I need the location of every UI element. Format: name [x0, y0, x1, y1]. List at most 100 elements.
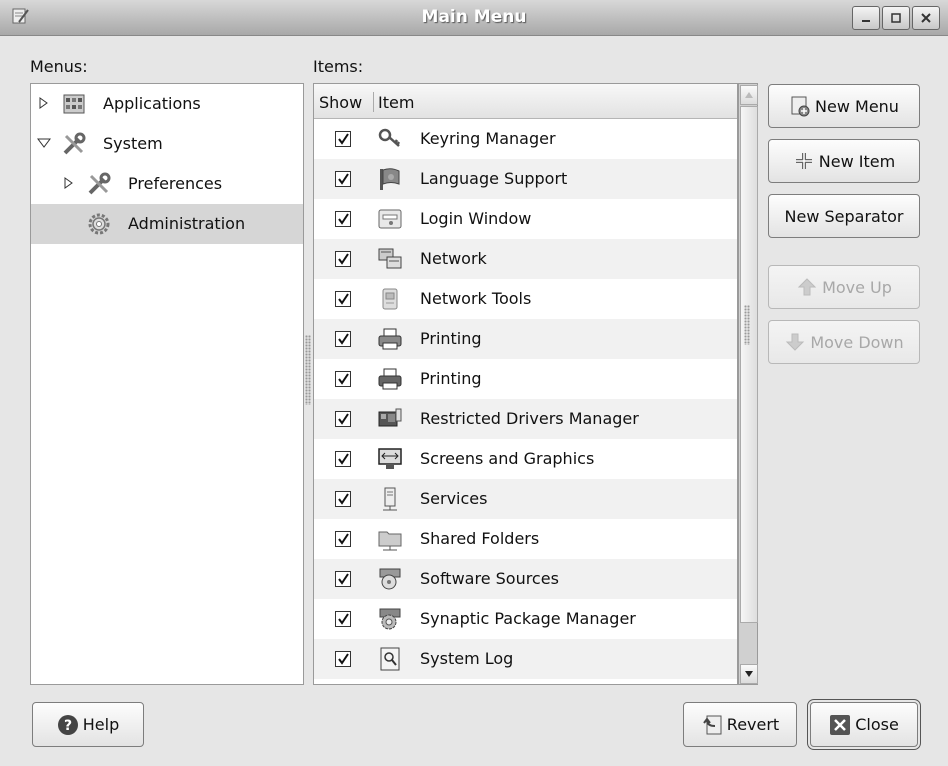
list-item[interactable]: Printing [314, 359, 737, 399]
revert-button[interactable]: Revert [683, 702, 797, 747]
show-checkbox[interactable] [335, 651, 351, 667]
checkmark-icon [338, 173, 349, 185]
shared-folder-icon [378, 531, 402, 551]
tree-item-label: Administration [128, 214, 246, 233]
close-button[interactable]: Close [807, 699, 921, 750]
software-sources-icon [379, 568, 401, 590]
show-checkbox[interactable] [335, 411, 351, 427]
show-checkbox[interactable] [335, 211, 351, 227]
show-checkbox[interactable] [335, 531, 351, 547]
item-label: Login Window [420, 209, 532, 228]
show-checkbox[interactable] [335, 371, 351, 387]
scrollbar-grip [744, 305, 750, 345]
minimize-button[interactable] [852, 6, 880, 30]
list-item[interactable]: Shared Folders [314, 519, 737, 559]
checkmark-icon [338, 533, 349, 545]
item-label: Printing [420, 369, 482, 388]
new-item-button[interactable]: New Item [768, 139, 920, 183]
tree-item-label: System [103, 134, 163, 153]
monitor-icon [378, 448, 402, 469]
checkmark-icon [338, 133, 349, 145]
new-menu-icon [791, 96, 810, 117]
list-item[interactable]: Services [314, 479, 737, 519]
new-separator-button[interactable]: New Separator [768, 194, 920, 238]
keyring-icon [378, 128, 401, 147]
show-checkbox[interactable] [335, 451, 351, 467]
maximize-icon [891, 13, 901, 23]
administration-gear-icon [88, 213, 110, 235]
applications-icon [63, 94, 85, 114]
new-separator-label: New Separator [784, 206, 904, 226]
server-icon [383, 487, 397, 511]
checkmark-icon [338, 453, 349, 465]
show-checkbox[interactable] [335, 571, 351, 587]
show-checkbox[interactable] [335, 171, 351, 187]
show-checkbox[interactable] [335, 331, 351, 347]
list-item[interactable]: Synaptic Package Manager [314, 599, 737, 639]
close-label: Close [855, 715, 899, 734]
minimize-icon [862, 20, 870, 22]
tree-item-administration[interactable]: Administration [31, 204, 303, 244]
tree-item-label: Preferences [128, 174, 223, 193]
show-checkbox[interactable] [335, 611, 351, 627]
tree-item-system[interactable]: System [31, 124, 303, 164]
show-checkbox[interactable] [335, 131, 351, 147]
list-item[interactable]: Network Tools [314, 279, 737, 319]
scroll-down-button[interactable] [740, 664, 758, 684]
items-scrollbar[interactable] [738, 83, 758, 685]
arrow-down-icon [786, 333, 805, 351]
list-item[interactable]: Language Support [314, 159, 737, 199]
list-item[interactable]: Login Window [314, 199, 737, 239]
list-item[interactable]: Software Sources [314, 559, 737, 599]
menus-tree[interactable]: Applications System Preferences Administ… [30, 83, 304, 685]
window-title: Main Menu [421, 7, 527, 27]
item-label: Synaptic Package Manager [420, 609, 636, 628]
show-checkbox[interactable] [335, 251, 351, 267]
tree-item-applications[interactable]: Applications [31, 84, 303, 124]
list-item[interactable]: Keyring Manager [314, 119, 737, 159]
network-icon [378, 248, 402, 269]
move-up-label: Move Up [822, 277, 892, 297]
list-item[interactable]: Printing [314, 319, 737, 359]
scroll-up-button[interactable] [740, 85, 758, 105]
expander-collapsed-icon[interactable] [62, 176, 76, 190]
scrollbar-thumb[interactable] [740, 106, 758, 623]
pane-resize-handle[interactable] [305, 335, 311, 405]
revert-label: Revert [726, 715, 780, 734]
preferences-icon [88, 172, 111, 195]
package-manager-icon [379, 608, 401, 630]
list-item[interactable]: Network [314, 239, 737, 279]
column-header-show[interactable]: Show [319, 93, 362, 112]
move-up-button[interactable]: Move Up [768, 265, 920, 309]
svg-text:?: ? [64, 718, 72, 734]
network-tools-icon [382, 288, 398, 310]
show-checkbox[interactable] [335, 491, 351, 507]
move-down-button[interactable]: Move Down [768, 320, 920, 364]
tree-item-preferences[interactable]: Preferences [31, 164, 303, 204]
item-label: Shared Folders [420, 529, 540, 548]
item-label: Keyring Manager [420, 129, 556, 148]
list-item[interactable]: Screens and Graphics [314, 439, 737, 479]
close-window-button[interactable] [912, 6, 940, 30]
printer-icon [378, 368, 402, 390]
new-item-label: New Item [818, 151, 896, 171]
close-icon [830, 714, 851, 735]
list-item[interactable]: Restricted Drivers Manager [314, 399, 737, 439]
new-menu-button[interactable]: New Menu [768, 84, 920, 128]
column-header-item[interactable]: Item [378, 93, 414, 112]
checkmark-icon [338, 653, 349, 665]
items-list[interactable]: Show Item Keyring Manager Language Suppo… [313, 83, 738, 685]
list-item[interactable]: System Log [314, 639, 737, 679]
help-button[interactable]: ? Help [32, 702, 144, 747]
expander-collapsed-icon[interactable] [37, 96, 51, 110]
title-bar[interactable]: Main Menu [0, 0, 948, 36]
maximize-button[interactable] [882, 6, 910, 30]
item-label: Network [420, 249, 487, 268]
flag-icon [380, 168, 400, 190]
login-window-icon [378, 209, 402, 229]
system-tools-icon [63, 132, 86, 155]
show-checkbox[interactable] [335, 291, 351, 307]
column-separator [373, 92, 374, 112]
window-controls [852, 6, 940, 30]
expander-expanded-icon[interactable] [37, 136, 51, 150]
